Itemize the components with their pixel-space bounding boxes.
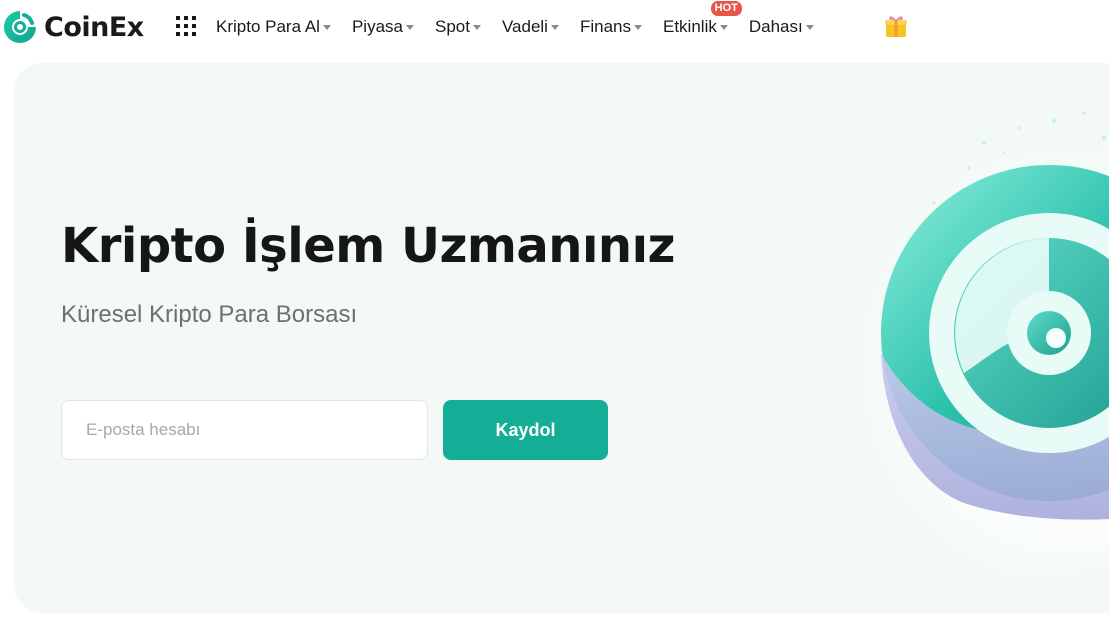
chevron-down-icon [322,25,331,30]
menu-label: Spot [434,17,470,36]
menu-label: Vadeli [501,17,548,36]
brand-name: CoinEx [44,11,144,43]
chevron-down-icon [634,25,642,30]
menu-label: Kripto Para Al [216,17,320,36]
chevron-down-icon [550,25,559,30]
menu-label: Etkinlik [663,17,717,36]
chevron-down-icon [405,25,414,30]
main-menu: Kripto Para Al Piyasa Spot Vadeli Finans… [216,0,835,54]
menu-item-spot[interactable]: Spot [435,17,481,37]
menu-item-events[interactable]: Etkinlik HOT [663,1,742,37]
menu-label: Piyasa [351,17,403,36]
chevron-down-icon [719,25,728,30]
hero-title: Kripto İşlem Uzmanınız [61,218,675,274]
menu-item-finance[interactable]: Finans [580,17,642,37]
coinex-logo[interactable]: CoinEx [2,8,144,46]
chevron-down-icon [805,25,814,30]
gift-icon[interactable] [883,13,909,39]
email-field[interactable] [61,400,428,460]
top-navbar: CoinEx Kripto Para Al Piyasa Spot Vadeli… [0,0,1109,54]
coinex-logo-icon [4,11,36,43]
hot-badge: HOT [710,1,742,16]
signup-button[interactable]: Kaydol [443,400,608,460]
hero-section: Kripto İşlem Uzmanınız Küresel Kripto Pa… [14,63,1109,613]
menu-label: Finans [579,17,631,36]
menu-item-futures[interactable]: Vadeli [502,17,559,37]
coinex-3d-logo-illustration [784,103,1109,583]
hero-subtitle: Küresel Kripto Para Borsası [61,301,358,328]
menu-item-more[interactable]: Dahası [749,17,814,37]
menu-item-market[interactable]: Piyasa [352,17,414,37]
menu-item-buy-crypto[interactable]: Kripto Para Al [216,17,331,37]
apps-grid-icon[interactable] [176,16,196,36]
chevron-down-icon [472,25,481,30]
menu-label: Dahası [748,17,803,36]
